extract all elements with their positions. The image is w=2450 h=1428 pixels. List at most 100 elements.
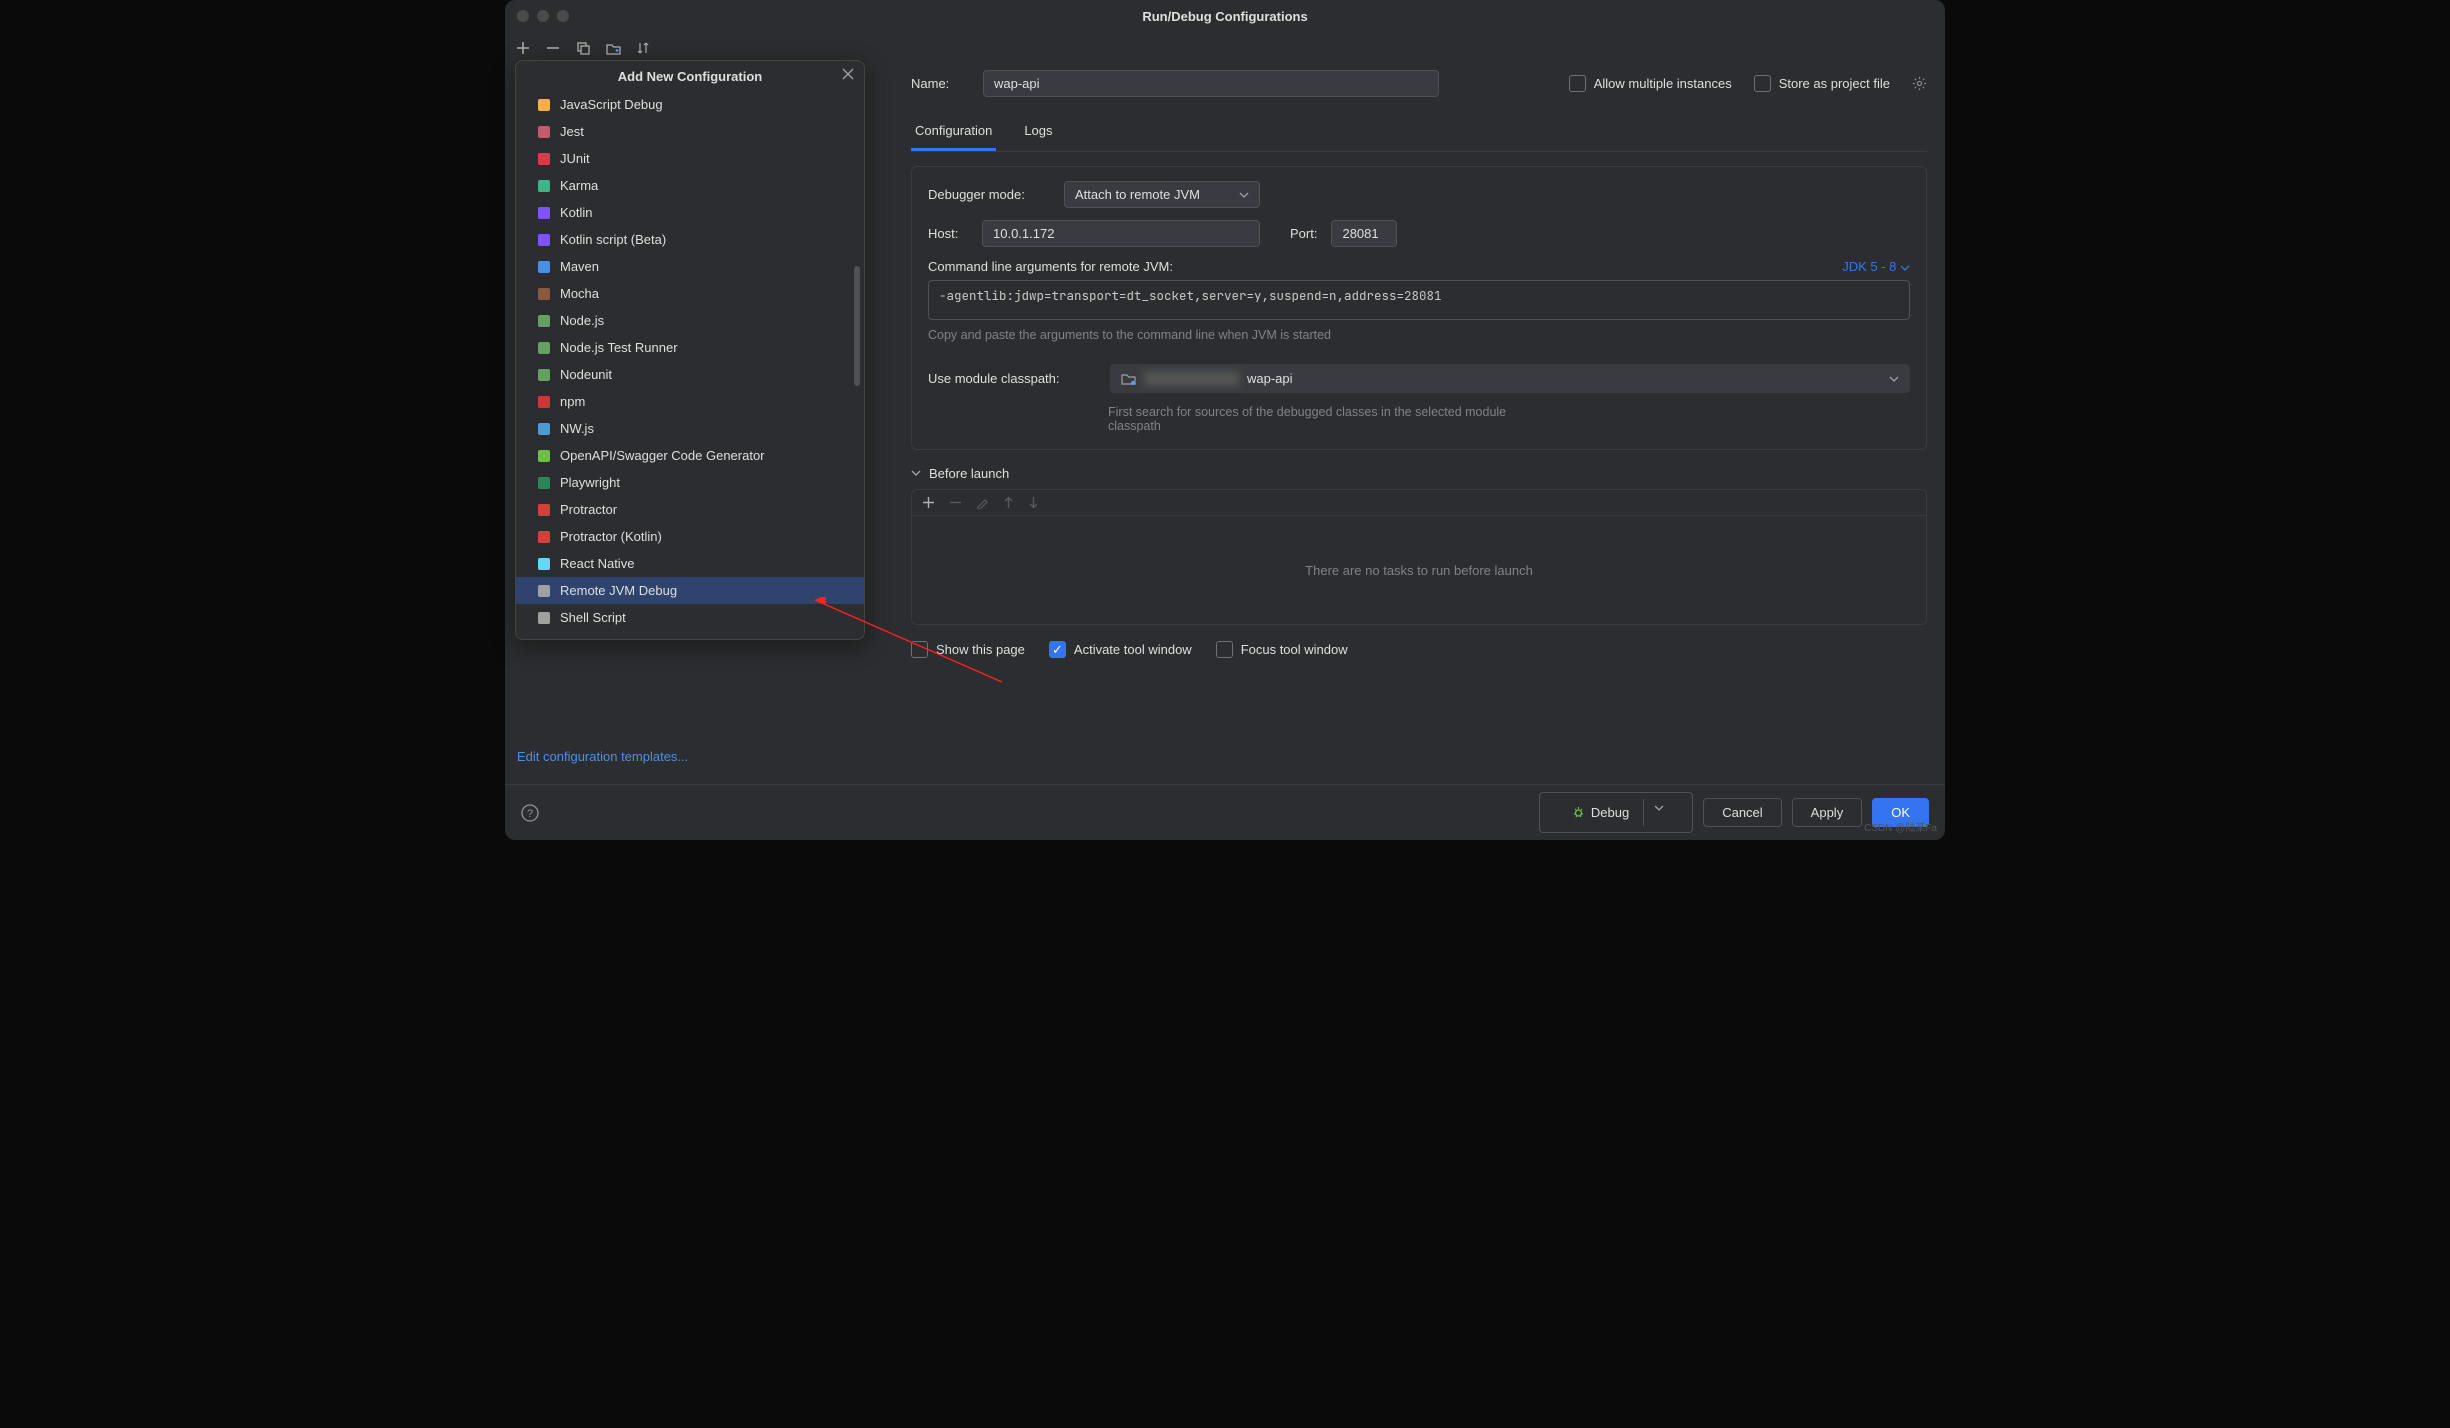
config-type-list[interactable]: JavaScript Debug Jest JUnit Karma Kotlin Kotl…: [516, 91, 864, 639]
config-type-item[interactable]: JavaScript Debug: [516, 91, 864, 118]
config-type-item[interactable]: Jest: [516, 118, 864, 145]
gear-icon[interactable]: [1912, 76, 1927, 91]
module-classpath-label: Use module classpath:: [928, 371, 1096, 386]
config-type-item[interactable]: OpenAPI/Swagger Code Generator: [516, 442, 864, 469]
port-label: Port:: [1290, 226, 1317, 241]
config-type-item[interactable]: TestNG: [516, 631, 864, 639]
cmdline-label: Command line arguments for remote JVM:: [928, 259, 1173, 274]
config-type-icon: [536, 232, 552, 248]
config-type-label: Nodeunit: [560, 367, 612, 382]
config-type-label: Node.js: [560, 313, 604, 328]
config-type-item[interactable]: Protractor (Kotlin): [516, 523, 864, 550]
config-type-icon: [536, 529, 552, 545]
config-type-label: Protractor: [560, 502, 617, 517]
task-edit-icon: [976, 496, 989, 509]
debugger-mode-select[interactable]: Attach to remote JVM: [1064, 181, 1260, 208]
name-field[interactable]: [983, 70, 1439, 97]
cancel-button[interactable]: Cancel: [1703, 798, 1781, 827]
module-classpath-select[interactable]: wap-api: [1110, 364, 1910, 393]
config-type-label: Maven: [560, 259, 599, 274]
config-type-label: Kotlin: [560, 205, 593, 220]
config-type-item[interactable]: React Native: [516, 550, 864, 577]
config-type-icon: [536, 367, 552, 383]
titlebar: Run/Debug Configurations: [505, 0, 1945, 32]
store-as-project-checkbox[interactable]: Store as project file: [1754, 75, 1890, 92]
add-icon[interactable]: [515, 40, 531, 56]
folder-icon[interactable]: [605, 40, 621, 56]
config-type-label: Playwright: [560, 475, 620, 490]
debug-button[interactable]: Debug: [1539, 792, 1693, 833]
config-type-item[interactable]: Maven: [516, 253, 864, 280]
config-type-item[interactable]: Node.js Test Runner: [516, 334, 864, 361]
config-type-item[interactable]: Node.js: [516, 307, 864, 334]
config-type-icon: [536, 178, 552, 194]
config-type-label: TestNG: [560, 637, 603, 639]
config-type-label: JUnit: [560, 151, 590, 166]
config-type-item[interactable]: Karma: [516, 172, 864, 199]
activate-tool-window-checkbox[interactable]: ✓Activate tool window: [1049, 641, 1192, 658]
sort-icon[interactable]: [635, 40, 651, 56]
before-launch-header[interactable]: Before launch: [911, 466, 1927, 481]
config-type-icon: [536, 583, 552, 599]
config-type-label: Jest: [560, 124, 584, 139]
config-type-item[interactable]: JUnit: [516, 145, 864, 172]
tab-logs[interactable]: Logs: [1020, 115, 1056, 151]
host-label: Host:: [928, 226, 968, 241]
config-type-icon: [536, 394, 552, 410]
config-type-item[interactable]: Mocha: [516, 280, 864, 307]
remove-icon[interactable]: [545, 40, 561, 56]
config-type-label: Mocha: [560, 286, 599, 301]
allow-multiple-checkbox[interactable]: Allow multiple instances: [1569, 75, 1732, 92]
config-type-icon: [536, 313, 552, 329]
config-type-label: OpenAPI/Swagger Code Generator: [560, 448, 765, 463]
config-type-icon: [536, 340, 552, 356]
config-type-icon: [536, 97, 552, 113]
host-field[interactable]: [982, 220, 1260, 247]
help-icon[interactable]: ?: [521, 804, 539, 822]
config-type-item[interactable]: npm: [516, 388, 864, 415]
config-type-item[interactable]: Nodeunit: [516, 361, 864, 388]
close-icon[interactable]: [842, 68, 854, 80]
tab-configuration[interactable]: Configuration: [911, 115, 996, 151]
edit-templates-link[interactable]: Edit configuration templates...: [517, 749, 688, 764]
scrollbar[interactable]: [854, 266, 860, 386]
config-type-icon: [536, 610, 552, 626]
config-type-icon: [536, 151, 552, 167]
cmdline-arguments[interactable]: -agentlib:jdwp=transport=dt_socket,serve…: [928, 280, 1910, 320]
config-type-item[interactable]: Shell Script: [516, 604, 864, 631]
task-remove-icon: [949, 496, 962, 509]
task-add-icon[interactable]: [922, 496, 935, 509]
svg-text:?: ?: [527, 808, 533, 820]
port-field[interactable]: [1331, 220, 1397, 247]
config-type-icon: [536, 475, 552, 491]
config-type-icon: [536, 259, 552, 275]
module-hint: First search for sources of the debugged…: [1108, 405, 1548, 433]
focus-tool-window-checkbox[interactable]: Focus tool window: [1216, 641, 1348, 658]
config-type-label: NW.js: [560, 421, 594, 436]
config-type-item[interactable]: NW.js: [516, 415, 864, 442]
config-type-icon: [536, 205, 552, 221]
config-type-label: Protractor (Kotlin): [560, 529, 662, 544]
config-type-item[interactable]: Kotlin script (Beta): [516, 226, 864, 253]
show-this-page-checkbox[interactable]: Show this page: [911, 641, 1025, 658]
name-label: Name:: [911, 76, 971, 91]
apply-button[interactable]: Apply: [1792, 798, 1863, 827]
config-type-icon: [536, 286, 552, 302]
add-config-popup: Add New Configuration JavaScript DebugJe…: [515, 60, 865, 640]
config-type-label: Karma: [560, 178, 598, 193]
jdk-version-select[interactable]: JDK 5 - 8: [1842, 259, 1910, 274]
copy-icon[interactable]: [575, 40, 591, 56]
config-type-label: Remote JVM Debug: [560, 583, 677, 598]
window-title: Run/Debug Configurations: [505, 9, 1945, 24]
config-type-label: Shell Script: [560, 610, 626, 625]
config-type-item[interactable]: Protractor: [516, 496, 864, 523]
module-prefix-obscured: [1144, 371, 1239, 386]
config-type-item[interactable]: Playwright: [516, 469, 864, 496]
config-type-icon: [536, 637, 552, 640]
config-type-item[interactable]: Remote JVM Debug: [516, 577, 864, 604]
config-type-icon: [536, 502, 552, 518]
config-type-item[interactable]: Kotlin: [516, 199, 864, 226]
config-type-label: Node.js Test Runner: [560, 340, 678, 355]
cmdline-hint: Copy and paste the arguments to the comm…: [928, 328, 1910, 342]
config-type-label: React Native: [560, 556, 634, 571]
